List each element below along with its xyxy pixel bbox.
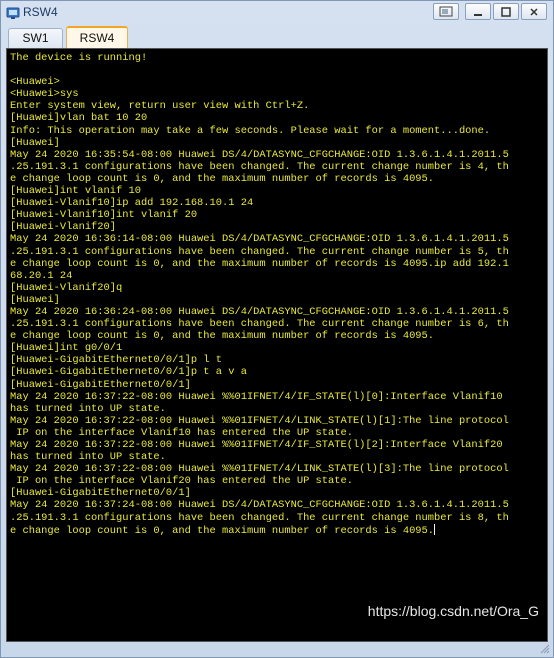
terminal-window: RSW4 SW1 RSW4 The device is running! <Hu… [0, 0, 554, 658]
window-title: RSW4 [23, 5, 58, 19]
terminal-line: [Huawei]int vlanif 10 [10, 185, 141, 198]
terminal-line: [Huawei]int g0/0/1 [10, 342, 123, 355]
terminal-line: May 24 2020 16:37:22-08:00 Huawei %%01IF… [10, 390, 503, 403]
status-bar [1, 641, 553, 657]
close-icon [530, 7, 538, 16]
terminal-line: [Huawei-GigabitEthernet0/0/1]p l t [10, 354, 223, 367]
terminal-line: [Huawei] [10, 136, 60, 149]
terminal-line: May 24 2020 16:36:24-08:00 Huawei DS/4/D… [10, 305, 509, 318]
terminal-line: IP on the interface Vlanif20 has entered… [10, 475, 353, 488]
terminal-line: May 24 2020 16:37:22-08:00 Huawei %%01IF… [10, 463, 509, 476]
minimize-button[interactable] [465, 3, 491, 20]
terminal-line: .25.191.3.1 configurations have been cha… [10, 160, 509, 173]
restore-view-icon [439, 6, 453, 17]
terminal-line: e change loop count is 0, and the maximu… [10, 524, 435, 537]
terminal-line: Info: This operation may take a few seco… [10, 124, 491, 137]
terminal-line: [Huawei-Vlanif10]ip add 192.168.10.1 24 [10, 197, 254, 210]
terminal-line: .25.191.3.1 configurations have been cha… [10, 511, 509, 524]
tab-sw1[interactable]: SW1 [8, 28, 63, 48]
terminal-line: May 24 2020 16:37:22-08:00 Huawei %%01IF… [10, 439, 503, 451]
app-icon [6, 7, 20, 19]
maximize-button[interactable] [493, 3, 519, 20]
terminal-line: [Huawei]vlan bat 10 20 [10, 112, 148, 125]
terminal-line: e change loop count is 0, and the maximu… [10, 257, 509, 270]
tab-strip: SW1 RSW4 [6, 26, 548, 49]
terminal-line: [Huawei-Vlanif20] [10, 221, 117, 234]
minimize-icon [474, 13, 482, 16]
close-button[interactable] [521, 3, 547, 20]
terminal-line: May 24 2020 16:37:24-08:00 Huawei DS/4/D… [10, 499, 509, 512]
terminal-line: [Huawei-GigabitEthernet0/0/1] [10, 378, 191, 391]
terminal-console[interactable]: The device is running! <Huawei> <Huawei>… [6, 48, 548, 642]
terminal-line: [Huawei-GigabitEthernet0/0/1]p t a v a [10, 366, 247, 379]
resize-grip-icon[interactable] [540, 644, 550, 654]
terminal-line: May 24 2020 16:36:14-08:00 Huawei DS/4/D… [10, 233, 509, 246]
terminal-line: e change loop count is 0, and the maximu… [10, 330, 435, 343]
terminal-line: <Huawei>sys [10, 88, 79, 101]
terminal-line: has turned into UP state. [10, 451, 166, 464]
terminal-line: The device is running! [10, 52, 148, 64]
terminal-line: [Huawei-Vlanif10]int vlanif 20 [10, 209, 198, 222]
terminal-line: e change loop count is 0, and the maximu… [10, 172, 435, 185]
terminal-line: .25.191.3.1 configurations have been cha… [10, 245, 509, 258]
terminal-line: 68.20.1 24 [10, 269, 73, 282]
terminal-line: May 24 2020 16:37:22-08:00 Huawei %%01IF… [10, 414, 509, 427]
window-controls [433, 3, 547, 20]
terminal-line: has turned into UP state. [10, 402, 166, 415]
watermark: https://blog.csdn.net/Ora_G [367, 603, 539, 619]
terminal-line: IP on the interface Vlanif10 has entered… [10, 426, 353, 439]
terminal-output: The device is running! <Huawei> <Huawei>… [7, 49, 547, 537]
tab-rsw4[interactable]: RSW4 [66, 26, 128, 49]
text-cursor [434, 523, 436, 535]
title-bar[interactable]: RSW4 [1, 1, 553, 25]
terminal-line: May 24 2020 16:35:54-08:00 Huawei DS/4/D… [10, 148, 509, 161]
restore-view-button[interactable] [433, 3, 459, 20]
terminal-line: [Huawei-GigabitEthernet0/0/1] [10, 487, 191, 500]
maximize-icon [501, 6, 511, 17]
terminal-line: .25.191.3.1 configurations have been cha… [10, 318, 509, 331]
terminal-line: [Huawei] [10, 293, 60, 306]
terminal-line: <Huawei> [10, 76, 60, 89]
terminal-line: [Huawei-Vlanif20]q [10, 281, 123, 294]
terminal-line: Enter system view, return user view with… [10, 100, 310, 113]
